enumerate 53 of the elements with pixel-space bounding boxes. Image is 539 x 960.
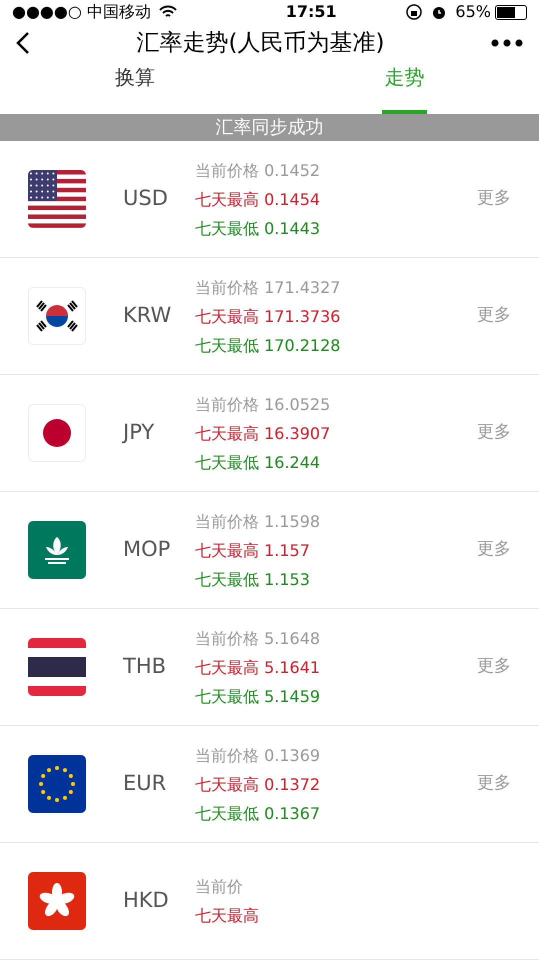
more-link[interactable]: 更多 [477,537,511,563]
back-icon[interactable] [16,31,30,55]
carrier-text: ●●●●○ 中国移动 [12,1,151,23]
battery-icon [494,4,527,20]
currency-code: JPY [123,419,156,446]
current-price: 当前价格 1.1598 [195,510,322,532]
current-price: 当前价格 0.1369 [195,744,322,766]
battery-percent: 65% [455,1,491,23]
sync-toast: 汇率同步成功 [0,114,539,141]
more-icon[interactable] [491,39,523,47]
flag-icon [28,404,86,462]
clock-text: 17:51 [284,1,337,23]
currency-code: THB [123,653,168,680]
seven-day-high: 七天最高 [195,905,260,927]
tab[interactable]: 换算 [0,62,270,114]
seven-day-high: 七天最高 5.1641 [195,656,322,678]
flag-icon [28,638,86,696]
currency-code: MOP [123,536,172,564]
seven-day-high: 七天最高 1.157 [195,540,311,562]
wifi-icon [158,5,177,19]
tab[interactable]: 走势 [270,62,539,114]
seven-day-high: 七天最高 16.3907 [195,422,332,444]
seven-day-high: 七天最高 0.1372 [195,774,322,796]
seven-day-low: 七天最低 5.1459 [195,686,322,708]
more-link[interactable]: 更多 [477,654,511,680]
flag-icon [28,872,86,930]
currency-code: USD [123,185,169,212]
currency-code: KRW [123,302,172,330]
more-link[interactable]: 更多 [477,771,511,797]
current-price: 当前价格 16.0525 [195,394,332,416]
alarm-icon [431,4,448,20]
seven-day-low: 七天最低 170.2128 [195,334,342,356]
seven-day-high: 七天最高 171.3736 [195,306,342,328]
flag-icon [28,287,86,345]
current-price: 当前价 [195,876,244,898]
current-price: 当前价格 5.1648 [195,628,322,650]
more-link[interactable]: 更多 [477,186,511,212]
rotation-lock-icon [405,3,424,21]
seven-day-high: 七天最高 0.1454 [195,188,322,210]
current-price: 当前价格 171.4327 [195,276,342,298]
page-title: 汇率走势(人民币为基准) [136,28,386,58]
flag-icon [28,170,86,228]
seven-day-low: 七天最低 0.1443 [195,218,322,240]
flag-icon [28,755,86,813]
seven-day-low: 七天最低 1.153 [195,568,311,590]
more-link[interactable]: 更多 [477,420,511,446]
currency-code: HKD [123,887,170,914]
flag-icon [28,521,86,579]
currency-code: EUR [123,770,168,798]
current-price: 当前价格 0.1452 [195,160,322,182]
more-link[interactable]: 更多 [477,303,511,329]
seven-day-low: 七天最低 16.244 [195,452,322,474]
seven-day-low: 七天最低 0.1367 [195,802,322,824]
